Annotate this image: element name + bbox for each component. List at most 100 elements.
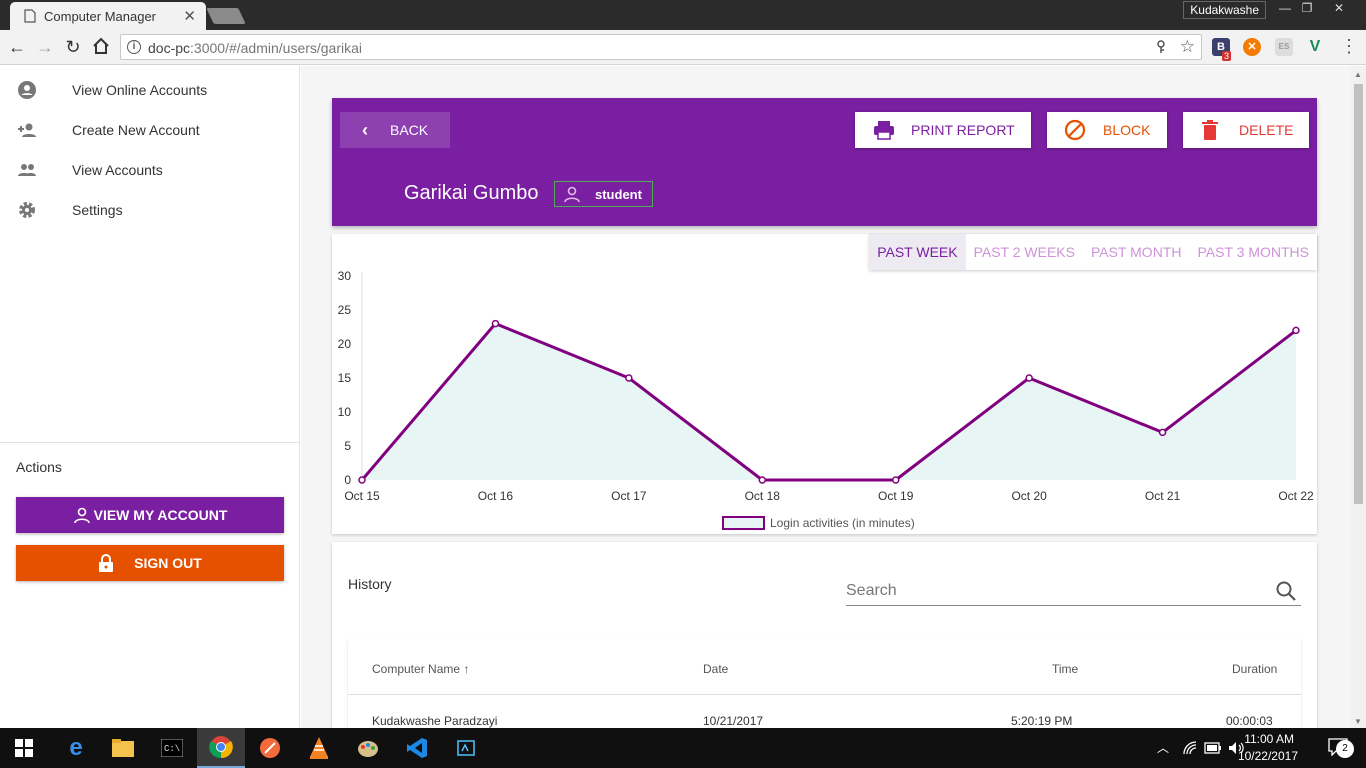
- tab-past-week[interactable]: PAST WEEK: [869, 234, 966, 270]
- extension-badge: 3: [1222, 51, 1232, 61]
- page-scrollbar[interactable]: ▲ ▼: [1351, 66, 1366, 728]
- x-tick-label: Oct 16: [478, 489, 514, 503]
- sidebar-item-view-accounts[interactable]: View Accounts: [0, 150, 300, 190]
- x-tick-label: Oct 15: [344, 489, 380, 503]
- search-field: [846, 576, 1301, 606]
- data-point: [1025, 374, 1033, 382]
- edge-icon[interactable]: e: [52, 728, 100, 768]
- chrome-icon[interactable]: [197, 728, 245, 768]
- paint-icon[interactable]: [344, 728, 392, 768]
- block-button[interactable]: BLOCK: [1047, 112, 1167, 148]
- history-title: History: [348, 576, 392, 592]
- column-header-time[interactable]: Time: [1052, 662, 1078, 676]
- forward-arrow-icon[interactable]: →: [34, 37, 56, 59]
- sidebar-item-label: View Accounts: [72, 162, 163, 178]
- svg-text:C:\: C:\: [164, 744, 180, 754]
- block-label: BLOCK: [1103, 122, 1151, 138]
- profile-button[interactable]: Kudakwashe: [1183, 1, 1266, 19]
- user-name: Garikai Gumbo: [404, 182, 539, 204]
- search-input[interactable]: [846, 580, 1266, 602]
- network-icon[interactable]: [1183, 741, 1197, 755]
- column-header-computer-name[interactable]: Computer Name ↑: [372, 662, 469, 676]
- site-info-icon[interactable]: i: [127, 40, 141, 54]
- sidebar-item-label: View Online Accounts: [72, 82, 208, 98]
- column-header-duration[interactable]: Duration: [1232, 662, 1277, 676]
- search-icon[interactable]: [1275, 580, 1297, 602]
- new-tab-button[interactable]: [206, 8, 246, 24]
- actions-heading: Actions: [16, 459, 62, 475]
- back-label: BACK: [390, 122, 429, 138]
- file-explorer-icon[interactable]: [99, 728, 147, 768]
- data-point: [491, 319, 500, 328]
- postman-icon[interactable]: [246, 728, 294, 768]
- person-add-icon: [18, 123, 36, 137]
- battery-icon[interactable]: [1204, 742, 1222, 754]
- tab-past-3-months[interactable]: PAST 3 MONTHS: [1189, 234, 1317, 270]
- scrollbar-thumb[interactable]: [1354, 84, 1363, 504]
- back-button[interactable]: ‹ BACK: [340, 112, 450, 148]
- page-icon: [24, 9, 36, 23]
- delete-button[interactable]: DELETE: [1183, 112, 1309, 148]
- role-label: student: [595, 186, 642, 202]
- x-tick-label: Oct 18: [745, 489, 781, 503]
- extension-circle-icon[interactable]: ✕: [1243, 38, 1261, 56]
- key-icon[interactable]: [1155, 40, 1167, 54]
- range-tabs: PAST WEEK PAST 2 WEEKS PAST MONTH PAST 3…: [869, 234, 1317, 270]
- cell-computer-name: Kudakwashe Paradzayi: [372, 714, 498, 728]
- main-content: ‹ BACK PRINT REPORT BLOCK DELETE Garikai…: [301, 66, 1351, 728]
- user-header-card: ‹ BACK PRINT REPORT BLOCK DELETE Garikai…: [332, 98, 1317, 226]
- app-icon[interactable]: [442, 728, 490, 768]
- clock-date[interactable]: 10/22/2017: [1238, 749, 1298, 763]
- y-tick-label: 25: [338, 303, 352, 317]
- address-bar[interactable]: i doc-pc:3000/#/admin/users/garikai ☆: [120, 34, 1202, 60]
- windows-start-icon[interactable]: [0, 728, 48, 768]
- url-text[interactable]: doc-pc:3000/#/admin/users/garikai: [148, 40, 362, 56]
- cell-time: 5:20:19 PM: [1011, 714, 1073, 728]
- chevron-up-icon[interactable]: ︿: [1157, 739, 1169, 756]
- activity-chart: 0 5 10 15 20 25 30 Oct 15 Oct 16 Oct 17 Oct 18 Oct …: [338, 269, 1314, 530]
- menu-dots-icon[interactable]: ⋮: [1340, 36, 1358, 57]
- lock-icon: [99, 554, 114, 572]
- close-window-icon[interactable]: ✕: [1322, 0, 1356, 18]
- history-table: Computer Name ↑ Date Time Duration Kudak…: [348, 638, 1301, 728]
- block-icon: [1064, 119, 1086, 141]
- print-report-button[interactable]: PRINT REPORT: [855, 112, 1031, 148]
- gear-icon: [19, 202, 35, 218]
- clock-time[interactable]: 11:00 AM: [1244, 732, 1294, 746]
- extension-v-icon[interactable]: V: [1306, 38, 1324, 56]
- home-icon[interactable]: [90, 37, 112, 59]
- view-my-account-button[interactable]: VIEW MY ACCOUNT: [16, 497, 284, 533]
- sidebar-item-view-online-accounts[interactable]: View Online Accounts: [0, 70, 300, 110]
- role-chip: student: [554, 181, 653, 207]
- sidebar-item-settings[interactable]: Settings: [0, 190, 300, 230]
- divider: [348, 694, 1301, 695]
- data-point: [625, 374, 633, 382]
- data-point: [1292, 326, 1300, 335]
- sidebar: View Online Accounts Create New Account …: [0, 66, 300, 728]
- account-circle-icon: [18, 81, 36, 99]
- data-point: [891, 476, 900, 484]
- x-tick-label: Oct 22: [1278, 489, 1314, 503]
- browser-tab[interactable]: Computer Manager ✕: [10, 2, 206, 30]
- extension-es-icon[interactable]: ES: [1275, 38, 1293, 56]
- people-icon: [18, 164, 36, 176]
- data-point: [358, 476, 366, 484]
- sign-out-button[interactable]: SIGN OUT: [16, 545, 284, 581]
- back-arrow-icon[interactable]: ←: [6, 37, 28, 59]
- terminal-icon[interactable]: C:\: [148, 728, 196, 768]
- sidebar-item-create-new-account[interactable]: Create New Account: [0, 110, 300, 150]
- close-tab-icon[interactable]: ✕: [183, 7, 196, 25]
- vlc-icon[interactable]: [295, 728, 343, 768]
- vscode-icon[interactable]: [393, 728, 441, 768]
- bookmark-star-icon[interactable]: ☆: [1180, 37, 1195, 57]
- y-tick-label: 5: [344, 439, 351, 453]
- reload-icon[interactable]: ↻: [62, 37, 84, 59]
- restore-icon[interactable]: ❐: [1294, 0, 1320, 18]
- scroll-up-icon[interactable]: ▲: [1354, 70, 1362, 79]
- person-icon: [73, 507, 90, 524]
- tab-past-2-weeks[interactable]: PAST 2 WEEKS: [966, 234, 1083, 270]
- column-header-date[interactable]: Date: [703, 662, 728, 676]
- tab-past-month[interactable]: PAST MONTH: [1083, 234, 1190, 270]
- scroll-down-icon[interactable]: ▼: [1354, 717, 1362, 726]
- x-tick-label: Oct 17: [611, 489, 647, 503]
